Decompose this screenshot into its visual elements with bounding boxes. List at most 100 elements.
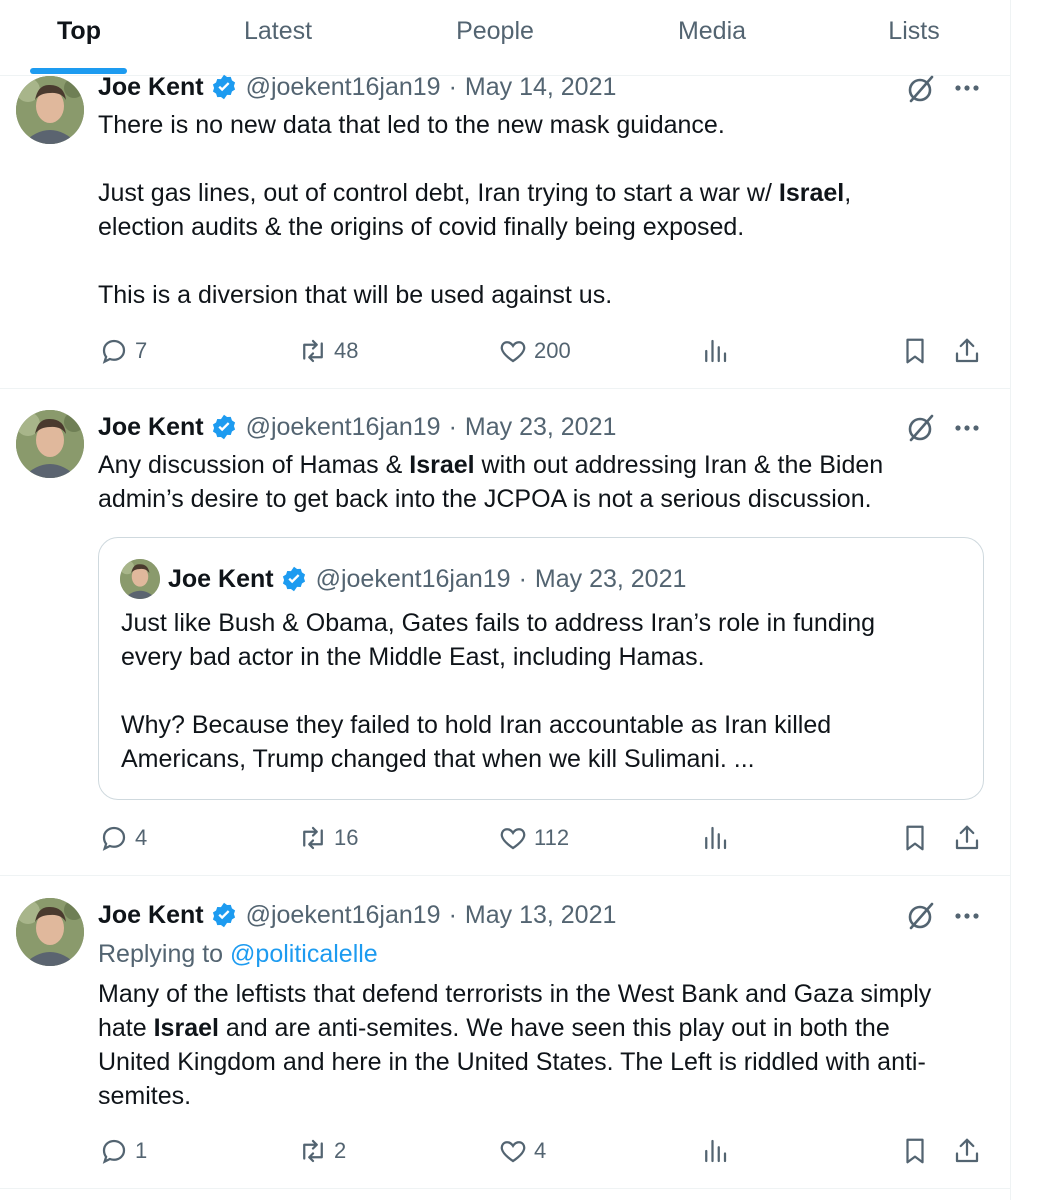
- author-name[interactable]: Joe Kent: [98, 70, 204, 104]
- like-count: 4: [534, 1138, 547, 1163]
- quoted-tweet-header: Joe Kent @joekent16jan19 · May 23, 2021: [168, 562, 686, 596]
- tweet[interactable]: Joe Kent @joekent16jan19 · May 14, 2021 …: [0, 73, 1010, 389]
- tweet-text: There is no new data that led to the new…: [98, 108, 993, 312]
- verified-badge-icon: [210, 413, 238, 441]
- quoted-paragraph: Why? Because they failed to hold Iran ac…: [121, 711, 832, 773]
- tweet[interactable]: Joe Kent @joekent16jan19 · May 23, 2021 …: [0, 389, 1010, 876]
- tweet-actions: 4 16 112: [0, 818, 1010, 858]
- tweet-paragraph: Any discussion of Hamas &: [98, 451, 410, 479]
- avatar[interactable]: [16, 410, 84, 478]
- tweet-date[interactable]: May 23, 2021: [465, 410, 617, 444]
- tweet[interactable]: Joe Kent @joekent16jan19 · May 13, 2021 …: [0, 876, 1010, 1189]
- share-icon: [955, 1138, 979, 1163]
- reply-icon: [102, 339, 126, 364]
- tab-media[interactable]: Media: [673, 14, 751, 48]
- repost-icon: [303, 339, 323, 363]
- separator-dot: ·: [448, 413, 457, 441]
- like-button[interactable]: 4: [498, 1131, 546, 1171]
- reply-button[interactable]: 4: [99, 818, 147, 858]
- highlighted-term: Israel: [153, 1014, 219, 1042]
- views-button[interactable]: [700, 331, 736, 371]
- tweet-actions: 7 48 200: [0, 331, 1010, 371]
- heart-icon: [500, 1141, 526, 1163]
- bookmark-icon: [906, 338, 924, 364]
- share-icon: [955, 338, 979, 363]
- tab-lists[interactable]: Lists: [884, 14, 944, 48]
- views-button[interactable]: [700, 1131, 736, 1171]
- author-handle[interactable]: @joekent16jan19: [246, 70, 441, 104]
- more-options-icon[interactable]: [952, 901, 982, 931]
- quoted-author-name: Joe Kent: [168, 565, 274, 593]
- views-button[interactable]: [700, 818, 736, 858]
- separator-dot: ·: [518, 565, 527, 593]
- analytics-icon: [705, 339, 727, 363]
- tab-latest[interactable]: Latest: [238, 14, 318, 48]
- replying-to-label: Replying to: [98, 940, 231, 968]
- share-button[interactable]: [952, 1131, 988, 1171]
- share-button[interactable]: [952, 818, 988, 858]
- repost-button[interactable]: 48: [298, 331, 358, 371]
- column-divider: [1010, 0, 1011, 1200]
- tweet-text: Any discussion of Hamas & Israel with ou…: [98, 448, 993, 516]
- grok-icon[interactable]: [905, 900, 937, 932]
- bookmark-icon: [906, 1138, 924, 1164]
- tweet-header: Joe Kent @joekent16jan19 · May 23, 2021: [98, 410, 616, 444]
- search-tabs: Top Latest People Media Lists: [0, 0, 1010, 76]
- like-count: 112: [534, 825, 570, 850]
- tweet-header: Joe Kent @joekent16jan19 · May 13, 2021: [98, 898, 616, 932]
- like-count: 200: [534, 338, 571, 363]
- reply-icon: [102, 1139, 126, 1164]
- separator-dot: ·: [448, 73, 457, 101]
- grok-icon[interactable]: [905, 412, 937, 444]
- tweet-paragraph: and are anti-semites. We have seen this …: [98, 1014, 926, 1110]
- author-name[interactable]: Joe Kent: [98, 410, 204, 444]
- reply-count: 1: [135, 1138, 148, 1163]
- tweet-paragraph: This is a diversion that will be used ag…: [98, 281, 613, 309]
- tweet-date[interactable]: May 14, 2021: [465, 70, 617, 104]
- verified-badge-icon: [210, 73, 238, 101]
- tweet-paragraph: Just gas lines, out of control debt, Ira…: [98, 179, 779, 207]
- quoted-avatar: [120, 559, 160, 599]
- bookmark-button[interactable]: [900, 331, 936, 371]
- separator-dot: ·: [448, 901, 457, 929]
- repost-button[interactable]: 16: [298, 818, 358, 858]
- reply-count: 4: [135, 825, 148, 850]
- quoted-tweet-card[interactable]: Joe Kent @joekent16jan19 · May 23, 2021 …: [98, 537, 984, 800]
- repost-icon: [303, 1139, 323, 1163]
- tweet-date[interactable]: May 13, 2021: [465, 898, 617, 932]
- reply-button[interactable]: 7: [99, 331, 147, 371]
- repost-button[interactable]: 2: [298, 1131, 346, 1171]
- mention-link[interactable]: @politicalelle: [230, 940, 378, 968]
- heart-icon: [500, 828, 526, 850]
- more-options-icon[interactable]: [952, 73, 982, 103]
- bookmark-button[interactable]: [900, 818, 936, 858]
- reply-icon: [102, 826, 126, 851]
- author-handle[interactable]: @joekent16jan19: [246, 410, 441, 444]
- like-button[interactable]: 200: [498, 331, 571, 371]
- author-name[interactable]: Joe Kent: [98, 898, 204, 932]
- more-options-icon[interactable]: [952, 413, 982, 443]
- avatar[interactable]: [16, 76, 84, 144]
- tweet-text: Many of the leftists that defend terrori…: [98, 977, 993, 1113]
- quoted-paragraph: Just like Bush & Obama, Gates fails to a…: [121, 609, 876, 671]
- quoted-tweet-date: May 23, 2021: [534, 565, 687, 593]
- share-button[interactable]: [952, 331, 988, 371]
- avatar[interactable]: [16, 898, 84, 966]
- author-handle[interactable]: @joekent16jan19: [246, 898, 441, 932]
- highlighted-term: Israel: [409, 451, 475, 479]
- tab-top[interactable]: Top: [56, 14, 102, 48]
- grok-icon[interactable]: [905, 73, 937, 105]
- bookmark-button[interactable]: [900, 1131, 936, 1171]
- bookmark-icon: [906, 825, 924, 851]
- quoted-author-handle: @joekent16jan19: [315, 565, 511, 593]
- like-button[interactable]: 112: [498, 818, 569, 858]
- repost-count: 16: [334, 825, 359, 850]
- tweet-header: Joe Kent @joekent16jan19 · May 14, 2021: [98, 70, 616, 104]
- tab-people[interactable]: People: [452, 14, 538, 48]
- search-results-page: Top Latest People Media Lists Joe Kent @…: [0, 0, 1043, 1200]
- repost-icon: [303, 826, 323, 850]
- analytics-icon: [705, 1139, 727, 1163]
- quoted-tweet-text: Just like Bush & Obama, Gates fails to a…: [121, 606, 971, 776]
- highlighted-term: Israel: [778, 179, 845, 207]
- reply-button[interactable]: 1: [99, 1131, 147, 1171]
